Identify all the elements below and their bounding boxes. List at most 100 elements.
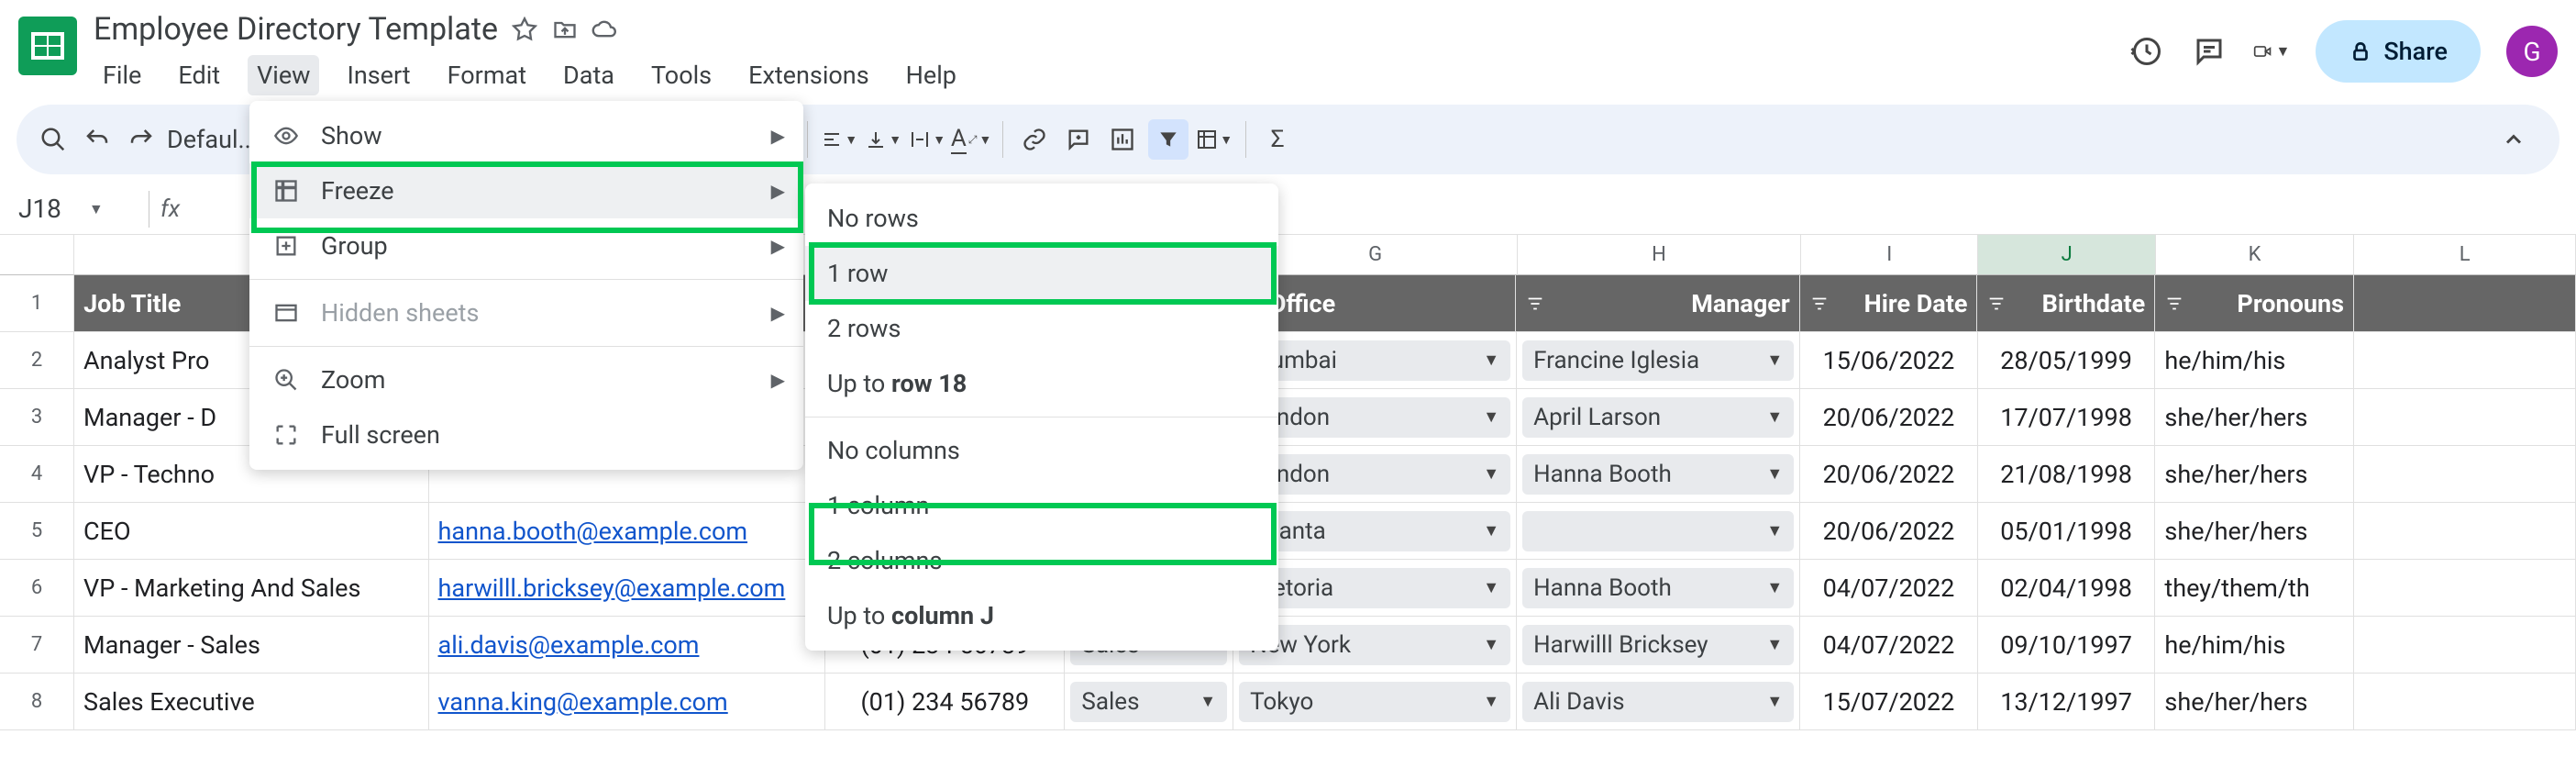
redo-icon[interactable]	[123, 121, 160, 158]
search-icon[interactable]	[35, 121, 72, 158]
col-header-K[interactable]: K	[2156, 235, 2355, 275]
cloud-icon[interactable]	[591, 16, 619, 43]
row-header-8[interactable]: 8	[0, 674, 74, 730]
freeze-2-columns[interactable]: 2 columns	[805, 533, 1278, 588]
meet-icon[interactable]: ▼	[2253, 33, 2290, 70]
cell-pronouns[interactable]: she/her/hers	[2155, 389, 2354, 446]
star-icon[interactable]	[511, 16, 538, 43]
row-header-6[interactable]: 6	[0, 560, 74, 617]
cell-email[interactable]: ali.davis@example.com	[429, 617, 826, 674]
cell-phone[interactable]: (01) 234 56789	[825, 674, 1065, 730]
name-box[interactable]: J18▼	[18, 194, 138, 224]
col-header-H[interactable]: H	[1518, 235, 1801, 275]
freeze-1-column[interactable]: 1 column	[805, 478, 1278, 533]
insert-comment-icon[interactable]	[1060, 121, 1097, 158]
view-menu-full-screen[interactable]: Full screen	[249, 407, 803, 462]
col-header-I[interactable]: I	[1801, 235, 1978, 275]
hdr-birthdate[interactable]: Birthdate	[1977, 275, 2155, 332]
cell-jobtitle[interactable]: VP - Marketing And Sales	[74, 560, 428, 617]
cell-jobtitle[interactable]: Sales Executive	[74, 674, 428, 730]
sheets-logo[interactable]	[18, 17, 77, 75]
view-menu-zoom[interactable]: Zoom▶	[249, 352, 803, 407]
valign-icon[interactable]: ▼	[865, 121, 901, 158]
cell-birthdate[interactable]: 21/08/1998	[1978, 446, 2156, 503]
freeze-no-columns[interactable]: No columns	[805, 423, 1278, 478]
col-header-J[interactable]: J	[1978, 235, 2155, 275]
row-header-4[interactable]: 4	[0, 446, 74, 503]
cell-birthdate[interactable]: 13/12/1997	[1978, 674, 2156, 730]
menu-help[interactable]: Help	[897, 55, 966, 95]
row-header-5[interactable]: 5	[0, 503, 74, 560]
link-icon[interactable]	[1016, 121, 1053, 158]
cell-hiredate[interactable]: 15/06/2022	[1800, 332, 1978, 389]
undo-icon[interactable]	[79, 121, 116, 158]
col-header-L[interactable]: L	[2354, 235, 2576, 275]
freeze-1-row[interactable]: 1 row	[805, 246, 1278, 301]
cell-pronouns[interactable]: he/him/his	[2155, 617, 2354, 674]
cell-pronouns[interactable]: she/her/hers	[2155, 674, 2354, 730]
menu-file[interactable]: File	[94, 55, 150, 95]
hdr-hiredate[interactable]: Hire Date	[1800, 275, 1978, 332]
cell-hiredate[interactable]: 20/06/2022	[1800, 503, 1978, 560]
doc-title[interactable]: Employee Directory Template	[94, 11, 498, 48]
cell-birthdate[interactable]: 02/04/1998	[1978, 560, 2156, 617]
cell-birthdate[interactable]: 28/05/1999	[1978, 332, 2156, 389]
cell-pronouns[interactable]: she/her/hers	[2155, 446, 2354, 503]
cell-birthdate[interactable]: 17/07/1998	[1978, 389, 2156, 446]
comment-icon[interactable]	[2191, 33, 2228, 70]
cell-hiredate[interactable]: 20/06/2022	[1800, 389, 1978, 446]
cell-birthdate[interactable]: 09/10/1997	[1978, 617, 2156, 674]
share-button[interactable]: Share	[2316, 20, 2481, 83]
cell-birthdate[interactable]: 05/01/1998	[1978, 503, 2156, 560]
hdr-pronouns[interactable]: Pronouns	[2155, 275, 2354, 332]
view-menu-freeze[interactable]: Freeze▶	[249, 163, 803, 218]
history-icon[interactable]	[2128, 33, 2165, 70]
cell-manager[interactable]: Harwilll Bricksey▼	[1517, 617, 1800, 674]
menu-insert[interactable]: Insert	[337, 55, 419, 95]
table-menu-icon[interactable]: ▼	[1196, 121, 1233, 158]
view-menu-show[interactable]: Show▶	[249, 108, 803, 163]
menu-tools[interactable]: Tools	[642, 55, 721, 95]
row-header-3[interactable]: 3	[0, 389, 74, 446]
cell-office[interactable]: Tokyo▼	[1233, 674, 1517, 730]
chart-icon[interactable]	[1104, 121, 1141, 158]
menu-view[interactable]: View	[248, 55, 319, 95]
cell-hiredate[interactable]: 20/06/2022	[1800, 446, 1978, 503]
cell-manager[interactable]: Hanna Booth▼	[1517, 446, 1800, 503]
freeze-2-rows[interactable]: 2 rows	[805, 301, 1278, 356]
row-header-1[interactable]: 1	[0, 275, 74, 332]
move-icon[interactable]	[551, 16, 579, 43]
rotate-icon[interactable]: A⤢▼	[953, 121, 989, 158]
cell-manager[interactable]: Ali Davis▼	[1517, 674, 1800, 730]
cell-jobtitle[interactable]: Manager - Sales	[74, 617, 428, 674]
cell-email[interactable]: vanna.king@example.com	[429, 674, 826, 730]
cell-manager[interactable]: Francine Iglesia▼	[1517, 332, 1800, 389]
cell-hiredate[interactable]: 15/07/2022	[1800, 674, 1978, 730]
row-header-7[interactable]: 7	[0, 617, 74, 674]
view-menu-group[interactable]: Group▶	[249, 218, 803, 273]
cell-manager[interactable]: Hanna Booth▼	[1517, 560, 1800, 617]
avatar[interactable]: G	[2506, 26, 2558, 77]
hdr-manager[interactable]: Manager	[1516, 275, 1799, 332]
freeze-upto-col[interactable]: Up to column J	[805, 588, 1278, 643]
cell-dept[interactable]: Sales▼	[1065, 674, 1233, 730]
cell-pronouns[interactable]: he/him/his	[2155, 332, 2354, 389]
menu-data[interactable]: Data	[554, 55, 624, 95]
row-header-2[interactable]: 2	[0, 332, 74, 389]
cell-pronouns[interactable]: she/her/hers	[2155, 503, 2354, 560]
cell-email[interactable]: harwilll.bricksey@example.com	[429, 560, 826, 617]
halign-icon[interactable]: ▼	[821, 121, 857, 158]
menu-format[interactable]: Format	[438, 55, 536, 95]
menu-edit[interactable]: Edit	[169, 55, 229, 95]
cell-manager[interactable]: April Larson▼	[1517, 389, 1800, 446]
freeze-no-rows[interactable]: No rows	[805, 191, 1278, 246]
freeze-upto-row[interactable]: Up to row 18	[805, 356, 1278, 411]
collapse-toolbar-icon[interactable]	[2495, 121, 2532, 158]
functions-icon[interactable]: Σ	[1259, 121, 1296, 158]
filter-icon[interactable]	[1148, 119, 1188, 160]
cell-jobtitle[interactable]: CEO	[74, 503, 428, 560]
wrap-icon[interactable]: ▼	[909, 121, 945, 158]
cell-hiredate[interactable]: 04/07/2022	[1800, 560, 1978, 617]
menu-extensions[interactable]: Extensions	[739, 55, 879, 95]
cell-pronouns[interactable]: they/them/th	[2155, 560, 2354, 617]
